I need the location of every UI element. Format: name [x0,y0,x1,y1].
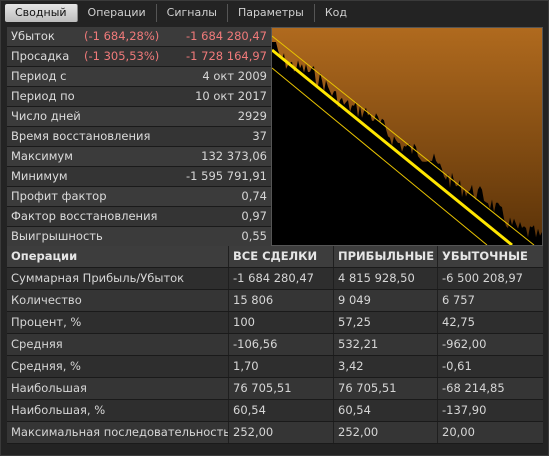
table-row: Процент, % 100 57,25 42,75 [7,312,543,334]
table-cell: 252,00 [229,422,334,443]
table-cell: Наибольшая [7,378,229,399]
table-cell: Средняя, % [7,356,229,377]
tab-bar: Сводный Операции Сигналы Параметры Код [5,4,357,22]
table-cell: 60,54 [334,400,438,421]
summary-row: Время восстановления 37 [7,127,271,147]
equity-chart-svg [272,28,542,245]
table-cell: -6 500 208,97 [442,271,523,285]
tab-operations[interactable]: Операции [78,4,157,22]
report-window: Сводный Операции Сигналы Параметры Код У… [0,0,549,456]
summary-label: Фактор восстановления [11,209,158,223]
summary-percent: (-1 684,28%) [84,29,160,43]
table-row: Средняя, % 1,70 3,42 -0,61 [7,356,543,378]
tab-summary[interactable]: Сводный [5,4,78,22]
tab-signals[interactable]: Сигналы [157,4,228,22]
table-header-row: Операции ВСЕ СДЕЛКИ ПРИБЫЛЬНЫЕ УБЫТОЧНЫЕ [7,246,543,268]
summary-label: Выигрышность [11,229,103,243]
summary-value: -1 595 791,91 [186,169,267,183]
table-cell: 532,21 [334,334,438,355]
summary-value: 0,97 [241,209,267,223]
summary-value: 0,55 [241,229,267,243]
summary-row: Минимум -1 595 791,91 [7,167,271,187]
table-cell: 42,75 [442,315,475,329]
table-cell: Средняя [7,334,229,355]
table-cell: 3,42 [334,356,438,377]
table-cell: -137,90 [442,403,487,417]
table-cell: Наибольшая, % [7,400,229,421]
column-header[interactable]: ВСЕ СДЕЛКИ [229,246,334,267]
table-cell: 76 705,51 [334,378,438,399]
table-cell: Суммарная Прибыль/Убыток [7,268,229,289]
table-cell: -68 214,85 [442,381,505,395]
table-cell: 57,25 [334,312,438,333]
table-cell: 9 049 [334,290,438,311]
table-cell: 1,70 [229,356,334,377]
tab-code[interactable]: Код [315,4,357,22]
summary-stats: Убыток (-1 684,28%) -1 684 280,47 Просадка (… [7,27,271,247]
table-cell: 76 705,51 [229,378,334,399]
table-row: Наибольшая, % 60,54 60,54 -137,90 [7,400,543,422]
table-cell: 20,00 [442,425,475,439]
table-cell: 100 [229,312,334,333]
summary-row: Максимум 132 373,06 [7,147,271,167]
summary-row: Фактор восстановления 0,97 [7,207,271,227]
summary-value: 37 [252,129,267,143]
table-cell: 4 815 928,50 [334,268,438,289]
table-cell: Максимальная последовательность [7,422,229,443]
summary-value: 132 373,06 [201,149,267,163]
table-cell: -106,56 [229,334,334,355]
table-cell: -962,00 [442,337,487,351]
column-header[interactable]: Операции [7,246,229,267]
tab-parameters[interactable]: Параметры [228,4,315,22]
table-row: Суммарная Прибыль/Убыток -1 684 280,47 4 8… [7,268,543,290]
column-header[interactable]: УБЫТОЧНЫЕ [438,246,543,267]
table-cell: Количество [7,290,229,311]
column-header[interactable]: ПРИБЫЛЬНЫЕ [334,246,438,267]
summary-row: Просадка (-1 305,53%) -1 728 164,97 [7,47,271,67]
table-cell: 6 757 [442,293,475,307]
summary-label: Профит фактор [11,189,107,203]
trades-table: Операции ВСЕ СДЕЛКИ ПРИБЫЛЬНЫЕ УБЫТОЧНЫЕ Сум… [7,246,543,444]
table-cell: -0,61 [442,359,472,373]
summary-value: 10 окт 2017 [195,89,267,103]
summary-value: 2929 [237,109,267,123]
summary-value: -1 684 280,47 [186,29,267,43]
table-cell: 60,54 [229,400,334,421]
summary-row: Период с 4 окт 2009 [7,67,271,87]
summary-row: Выигрышность 0,55 [7,227,271,247]
summary-row: Период по 10 окт 2017 [7,87,271,107]
summary-label: Время восстановления [11,129,151,143]
summary-row: Профит фактор 0,74 [7,187,271,207]
summary-value: 4 окт 2009 [202,69,267,83]
table-row: Максимальная последовательность 252,00 252… [7,422,543,444]
table-cell: 252,00 [334,422,438,443]
summary-label: Просадка [11,49,70,63]
summary-label: Максимум [11,149,73,163]
summary-value: -1 728 164,97 [186,49,267,63]
summary-label: Убыток [11,29,55,43]
summary-label: Период по [11,89,75,103]
summary-label: Минимум [11,169,68,183]
table-cell: Процент, % [7,312,229,333]
summary-row: Число дней 2929 [7,107,271,127]
table-row: Средняя -106,56 532,21 -962,00 [7,334,543,356]
summary-value: 0,74 [241,189,267,203]
summary-percent: (-1 305,53%) [84,49,160,63]
equity-chart [271,27,543,246]
table-row: Наибольшая 76 705,51 76 705,51 -68 214,85 [7,378,543,400]
table-cell: 15 806 [229,290,334,311]
summary-label: Число дней [11,109,81,123]
table-cell: -1 684 280,47 [229,268,334,289]
summary-label: Период с [11,69,67,83]
summary-row: Убыток (-1 684,28%) -1 684 280,47 [7,27,271,47]
table-row: Количество 15 806 9 049 6 757 [7,290,543,312]
